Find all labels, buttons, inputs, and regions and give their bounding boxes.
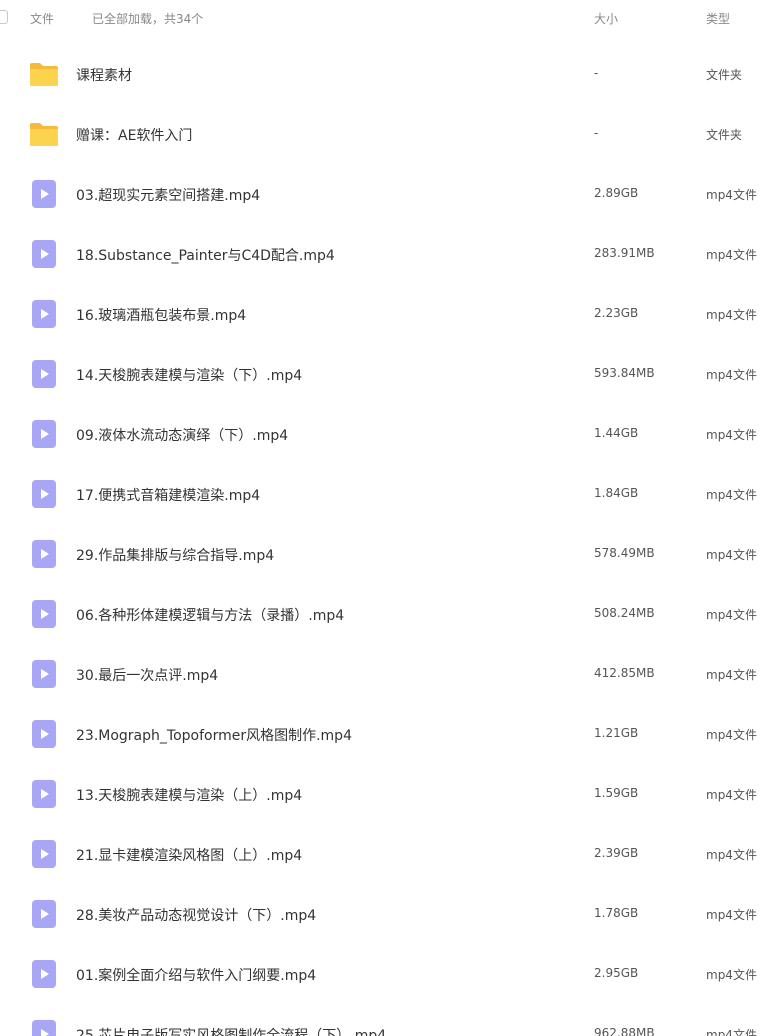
file-row[interactable]: 16.玻璃酒瓶包装布景.mp4 2.23GB mp4文件: [0, 284, 784, 344]
file-size: 508.24MB: [594, 606, 655, 620]
file-size: 1.78GB: [594, 906, 639, 920]
file-row[interactable]: 01.案例全面介绍与软件入门纲要.mp4 2.95GB mp4文件: [0, 944, 784, 1004]
file-row[interactable]: 29.作品集排版与综合指导.mp4 578.49MB mp4文件: [0, 524, 784, 584]
file-row[interactable]: 14.天梭腕表建模与渲染（下）.mp4 593.84MB mp4文件: [0, 344, 784, 404]
folder-icon: [28, 118, 60, 150]
file-type: mp4文件: [706, 788, 757, 802]
file-row[interactable]: 06.各种形体建模逻辑与方法（录播）.mp4 508.24MB mp4文件: [0, 584, 784, 644]
file-type: mp4文件: [706, 668, 757, 682]
file-name[interactable]: 13.天梭腕表建模与渲染（上）.mp4: [76, 785, 302, 805]
file-type: mp4文件: [706, 368, 757, 382]
file-name[interactable]: 14.天梭腕表建模与渲染（下）.mp4: [76, 365, 302, 385]
file-name[interactable]: 30.最后一次点评.mp4: [76, 665, 218, 685]
file-type: mp4文件: [706, 908, 757, 922]
file-row[interactable]: 18.Substance_Painter与C4D配合.mp4 283.91MB mp…: [0, 224, 784, 284]
file-row[interactable]: 03.超现实元素空间搭建.mp4 2.89GB mp4文件: [0, 164, 784, 224]
file-type: 文件夹: [706, 68, 743, 82]
file-size: 2.95GB: [594, 966, 639, 980]
file-type: mp4文件: [706, 548, 757, 562]
file-type: mp4文件: [706, 1028, 757, 1036]
file-type: mp4文件: [706, 608, 757, 622]
file-name[interactable]: 06.各种形体建模逻辑与方法（录播）.mp4: [76, 605, 344, 625]
column-header-name[interactable]: 文件: [30, 10, 54, 27]
video-file-icon: [28, 298, 60, 330]
file-size: 1.21GB: [594, 726, 639, 740]
file-type: mp4文件: [706, 488, 757, 502]
file-size: 593.84MB: [594, 366, 655, 380]
file-row[interactable]: 25.芯片电子版写实风格图制作全流程（下）.mp4 962.88MB mp4文件: [0, 1004, 784, 1036]
file-type: mp4文件: [706, 728, 757, 742]
video-file-icon: [28, 538, 60, 570]
file-name[interactable]: 课程素材: [76, 65, 132, 85]
file-size: 412.85MB: [594, 666, 655, 680]
video-file-icon: [28, 898, 60, 930]
file-type: 文件夹: [706, 128, 743, 142]
file-name[interactable]: 18.Substance_Painter与C4D配合.mp4: [76, 245, 335, 265]
file-size: 1.44GB: [594, 426, 639, 440]
file-size: 962.88MB: [594, 1026, 655, 1036]
file-list: 文件 已全部加载，共34个 大小 类型 课程素材 - 文件夹 赠课：AE软件入门 - 文件…: [0, 0, 784, 1036]
file-type: mp4文件: [706, 188, 757, 202]
video-file-icon: [28, 1018, 60, 1036]
folder-row[interactable]: 课程素材 - 文件夹: [0, 44, 784, 104]
file-row[interactable]: 17.便携式音箱建模渲染.mp4 1.84GB mp4文件: [0, 464, 784, 524]
video-file-icon: [28, 178, 60, 210]
file-name[interactable]: 赠课：AE软件入门: [76, 125, 192, 145]
file-name[interactable]: 28.美妆产品动态视觉设计（下）.mp4: [76, 905, 316, 925]
file-name[interactable]: 09.液体水流动态演绎（下）.mp4: [76, 425, 288, 445]
file-type: mp4文件: [706, 848, 757, 862]
column-header-size[interactable]: 大小: [594, 10, 618, 27]
file-type: mp4文件: [706, 308, 757, 322]
file-name[interactable]: 01.案例全面介绍与软件入门纲要.mp4: [76, 965, 316, 985]
file-name[interactable]: 03.超现实元素空间搭建.mp4: [76, 185, 260, 205]
video-file-icon: [28, 718, 60, 750]
column-header-type[interactable]: 类型: [706, 10, 730, 27]
file-size: 578.49MB: [594, 546, 655, 560]
video-file-icon: [28, 658, 60, 690]
video-file-icon: [28, 598, 60, 630]
file-name[interactable]: 17.便携式音箱建模渲染.mp4: [76, 485, 260, 505]
folder-icon: [28, 58, 60, 90]
file-row[interactable]: 28.美妆产品动态视觉设计（下）.mp4 1.78GB mp4文件: [0, 884, 784, 944]
file-row[interactable]: 21.显卡建模渲染风格图（上）.mp4 2.39GB mp4文件: [0, 824, 784, 884]
file-name[interactable]: 21.显卡建模渲染风格图（上）.mp4: [76, 845, 302, 865]
video-file-icon: [28, 958, 60, 990]
select-all-checkbox[interactable]: [0, 10, 8, 24]
file-row[interactable]: 09.液体水流动态演绎（下）.mp4 1.44GB mp4文件: [0, 404, 784, 464]
file-size: 2.23GB: [594, 306, 639, 320]
folder-row[interactable]: 赠课：AE软件入门 - 文件夹: [0, 104, 784, 164]
file-type: mp4文件: [706, 968, 757, 982]
video-file-icon: [28, 478, 60, 510]
file-row[interactable]: 23.Mograph_Topoformer风格图制作.mp4 1.21GB mp4文…: [0, 704, 784, 764]
load-status: 已全部加载，共34个: [92, 12, 204, 26]
file-size: 283.91MB: [594, 246, 655, 260]
file-name[interactable]: 29.作品集排版与综合指导.mp4: [76, 545, 274, 565]
video-file-icon: [28, 418, 60, 450]
video-file-icon: [28, 778, 60, 810]
file-type: mp4文件: [706, 428, 757, 442]
file-size: -: [594, 66, 599, 80]
video-file-icon: [28, 238, 60, 270]
file-row[interactable]: 13.天梭腕表建模与渲染（上）.mp4 1.59GB mp4文件: [0, 764, 784, 824]
file-size: 2.89GB: [594, 186, 639, 200]
video-file-icon: [28, 838, 60, 870]
video-file-icon: [28, 358, 60, 390]
file-name[interactable]: 25.芯片电子版写实风格图制作全流程（下）.mp4: [76, 1025, 386, 1036]
file-size: 1.59GB: [594, 786, 639, 800]
file-name[interactable]: 23.Mograph_Topoformer风格图制作.mp4: [76, 725, 352, 745]
list-header: 文件 已全部加载，共34个 大小 类型: [0, 0, 784, 36]
file-type: mp4文件: [706, 248, 757, 262]
file-row[interactable]: 30.最后一次点评.mp4 412.85MB mp4文件: [0, 644, 784, 704]
file-size: 1.84GB: [594, 486, 639, 500]
file-size: 2.39GB: [594, 846, 639, 860]
file-name[interactable]: 16.玻璃酒瓶包装布景.mp4: [76, 305, 246, 325]
file-size: -: [594, 126, 599, 140]
